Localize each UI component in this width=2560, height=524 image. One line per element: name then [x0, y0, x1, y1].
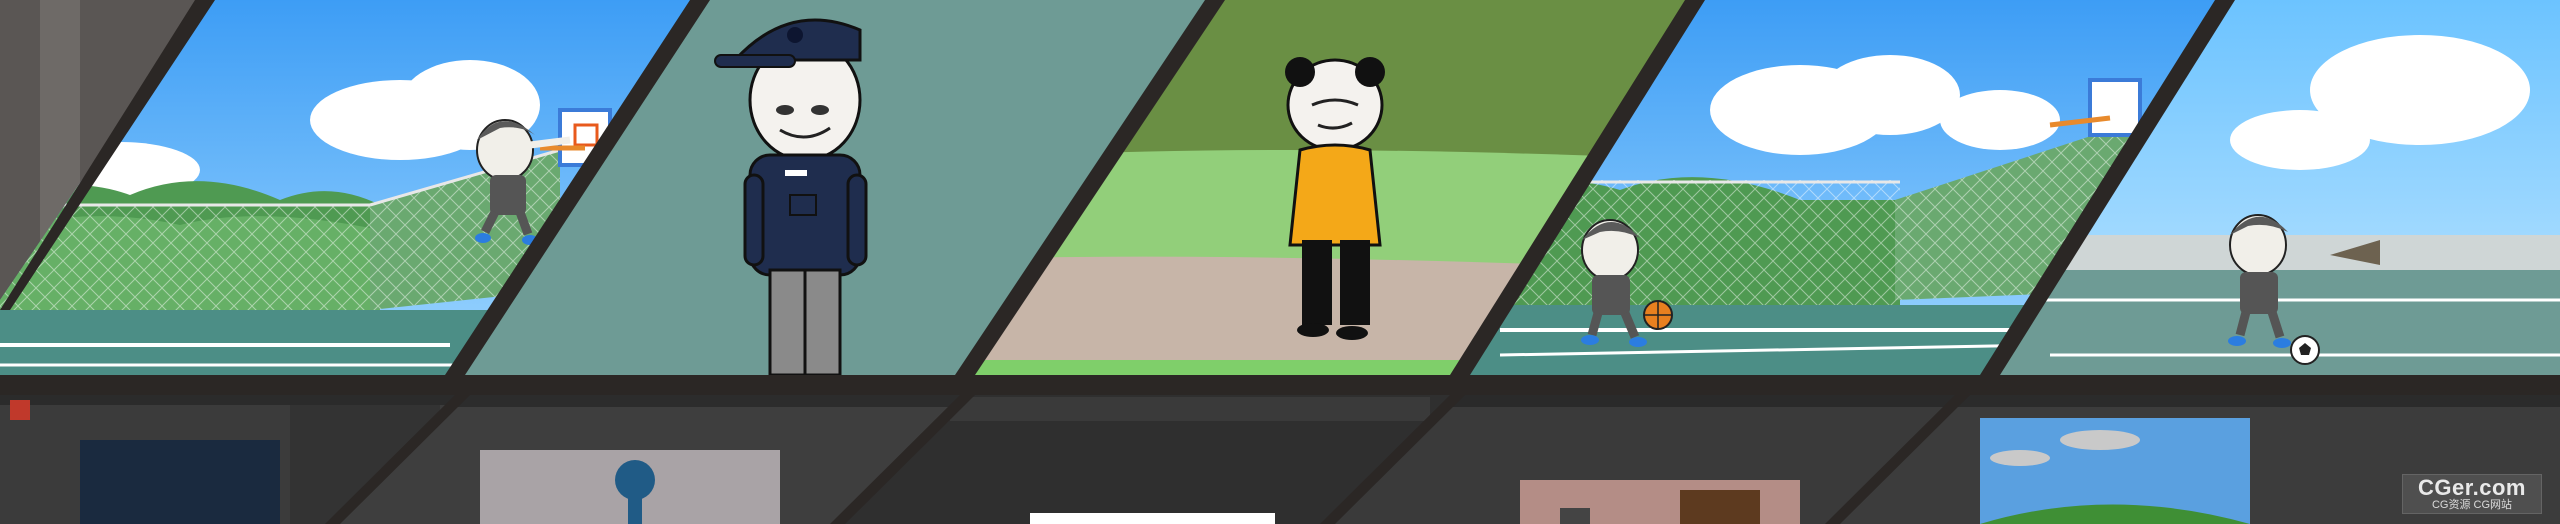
collage-artwork [0, 0, 2560, 524]
watermark-brand: CGer.com [2418, 475, 2526, 500]
soccer-ball-icon [2290, 335, 2320, 365]
basketball-icon [1643, 300, 1673, 330]
cger-watermark: CGer.com CG资源 CG网站 [2402, 474, 2542, 514]
watermark-tagline: CG资源 CG网站 [2431, 499, 2513, 511]
